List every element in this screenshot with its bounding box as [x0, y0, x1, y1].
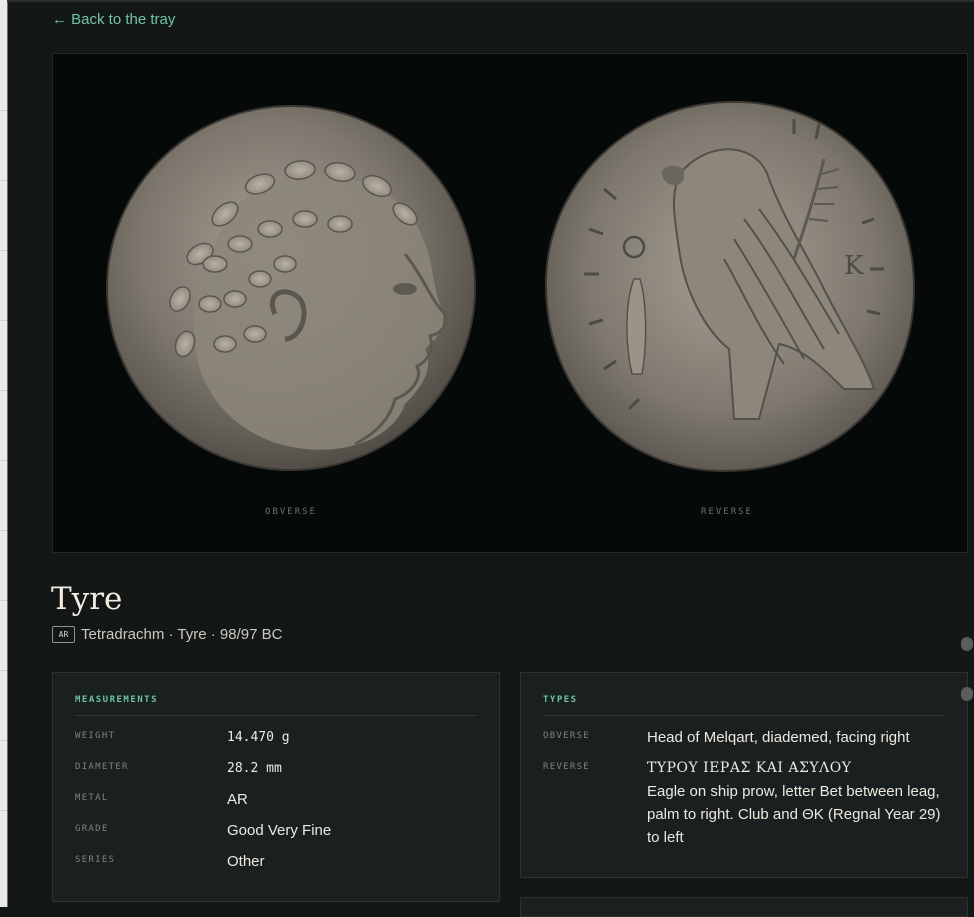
metal-badge: AR	[52, 626, 75, 643]
reverse-legend: ΤΥΡΟΥ ΙΕΡΑΣ ΚΑΙ ΑΣΥΛΟΥ	[647, 760, 852, 776]
grade-key: GRADE	[75, 824, 109, 834]
obverse-value: Head of Melqart, diademed, facing right	[647, 729, 910, 746]
reverse-coin-image[interactable]: Κ	[544, 99, 916, 474]
coin-subtitle: AR Tetradrachm · Tyre · 98/97 BC	[52, 626, 282, 643]
obverse-label: OBVERSE	[265, 507, 317, 517]
reverse-description: Eagle on ship prow, letter Bet between l…	[647, 783, 941, 846]
weight-key: WEIGHT	[75, 731, 116, 741]
series-value: Other	[227, 853, 265, 870]
reverse-key: REVERSE	[543, 762, 591, 772]
svg-text:Κ: Κ	[844, 251, 864, 281]
back-to-tray-link[interactable]: ← Back to the tray	[52, 11, 175, 28]
top-border	[7, 0, 974, 2]
diameter-key: DIAMETER	[75, 762, 129, 772]
grade-value: Good Very Fine	[227, 822, 332, 839]
measurement-row-grade: GRADE Good Very Fine	[75, 819, 477, 850]
measurements-panel: MEASUREMENTS WEIGHT 14.470 g DIAMETER 28…	[52, 672, 500, 902]
metal-value: AR	[227, 791, 248, 808]
next-panel	[520, 897, 968, 917]
diameter-value: 28.2 mm	[227, 761, 282, 776]
measurement-row-series: SERIES Other	[75, 850, 477, 881]
coin-title: Tyre	[51, 581, 123, 617]
obverse-key: OBVERSE	[543, 731, 591, 741]
type-row-obverse: OBVERSE Head of Melqart, diademed, facin…	[543, 726, 945, 757]
measurement-row-weight: WEIGHT 14.470 g	[75, 726, 477, 757]
series-key: SERIES	[75, 855, 116, 865]
measurements-heading: MEASUREMENTS	[75, 695, 477, 716]
types-panel: TYPES OBVERSE Head of Melqart, diademed,…	[520, 637, 973, 878]
edge-indicator	[961, 687, 973, 701]
type-row-reverse: REVERSE ΤΥΡΟΥ ΙΕΡΑΣ ΚΑΙ ΑΣΥΛΟΥ Eagle on …	[543, 757, 945, 849]
browser-left-strip	[0, 0, 8, 907]
edge-indicator	[961, 637, 973, 651]
types-heading: TYPES	[543, 695, 945, 716]
measurement-row-diameter: DIAMETER 28.2 mm	[75, 757, 477, 788]
coin-summary: Tetradrachm · Tyre · 98/97 BC	[81, 626, 283, 643]
coin-image-stage: Κ OBVERSE REVERSE	[52, 53, 968, 553]
reverse-value: ΤΥΡΟΥ ΙΕΡΑΣ ΚΑΙ ΑΣΥΛΟΥ Eagle on ship pro…	[647, 757, 943, 849]
reverse-label: REVERSE	[701, 507, 753, 517]
obverse-coin-image[interactable]	[105, 104, 477, 472]
measurement-row-metal: METAL AR	[75, 788, 477, 819]
weight-value: 14.470 g	[227, 730, 290, 745]
metal-key: METAL	[75, 793, 109, 803]
